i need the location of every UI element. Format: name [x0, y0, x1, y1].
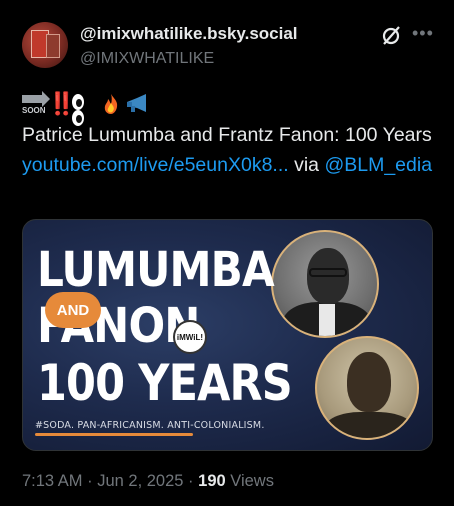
avatar[interactable]: [22, 22, 68, 68]
display-name[interactable]: @imixwhatilike.bsky.social: [80, 24, 298, 44]
post-meta: 7:13 AM · Jun 2, 2025 · 190 Views: [22, 472, 274, 491]
fanon-photo: [315, 336, 419, 440]
post-text-part: Patrice Lumumba and Frantz Fanon: 100 Ye…: [22, 124, 432, 146]
eyes-icon: [72, 94, 98, 126]
post-text: Patrice Lumumba and Frantz Fanon: 100 Ye…: [22, 120, 442, 180]
tagline-underline: [35, 433, 193, 436]
views-count: 190: [198, 472, 226, 490]
card-title-lumumba: LUMUMBA: [37, 242, 275, 298]
emoji-row: SOON ‼️: [22, 91, 150, 126]
media-image[interactable]: LUMUMBA AND FANON iMWiL! 100 YEARS #SODA…: [22, 219, 433, 451]
post-text-part: via: [288, 154, 325, 176]
post-time[interactable]: 7:13 AM: [22, 472, 83, 490]
mention-link[interactable]: @BLM_edia: [324, 154, 432, 176]
meta-separator: ·: [183, 472, 199, 490]
views-label: Views: [225, 472, 274, 490]
lumumba-photo: [271, 230, 379, 338]
more-icon[interactable]: •••: [412, 24, 434, 42]
user-handle[interactable]: @IMIXWHATILIKE: [80, 50, 214, 68]
meta-separator: ·: [82, 472, 98, 490]
avatar-book-graphic-2: [46, 34, 60, 58]
and-badge: AND: [45, 292, 101, 328]
soon-arrow-icon: SOON: [22, 91, 50, 115]
youtube-link[interactable]: youtube.com/live/e5eunX0k8...: [22, 154, 289, 176]
double-exclamation-icon: ‼️: [48, 91, 76, 116]
imwil-logo: iMWiL!: [173, 320, 207, 354]
bluesky-icon[interactable]: [380, 24, 402, 46]
fire-icon: [104, 94, 118, 114]
card-title-years: 100 YEARS: [37, 354, 293, 412]
card-tagline: #SODA. PAN-AFRICANISM. ANTI-COLONIALISM.: [35, 420, 265, 431]
post-date[interactable]: Jun 2, 2025: [97, 472, 183, 490]
megaphone-icon: [127, 94, 146, 112]
